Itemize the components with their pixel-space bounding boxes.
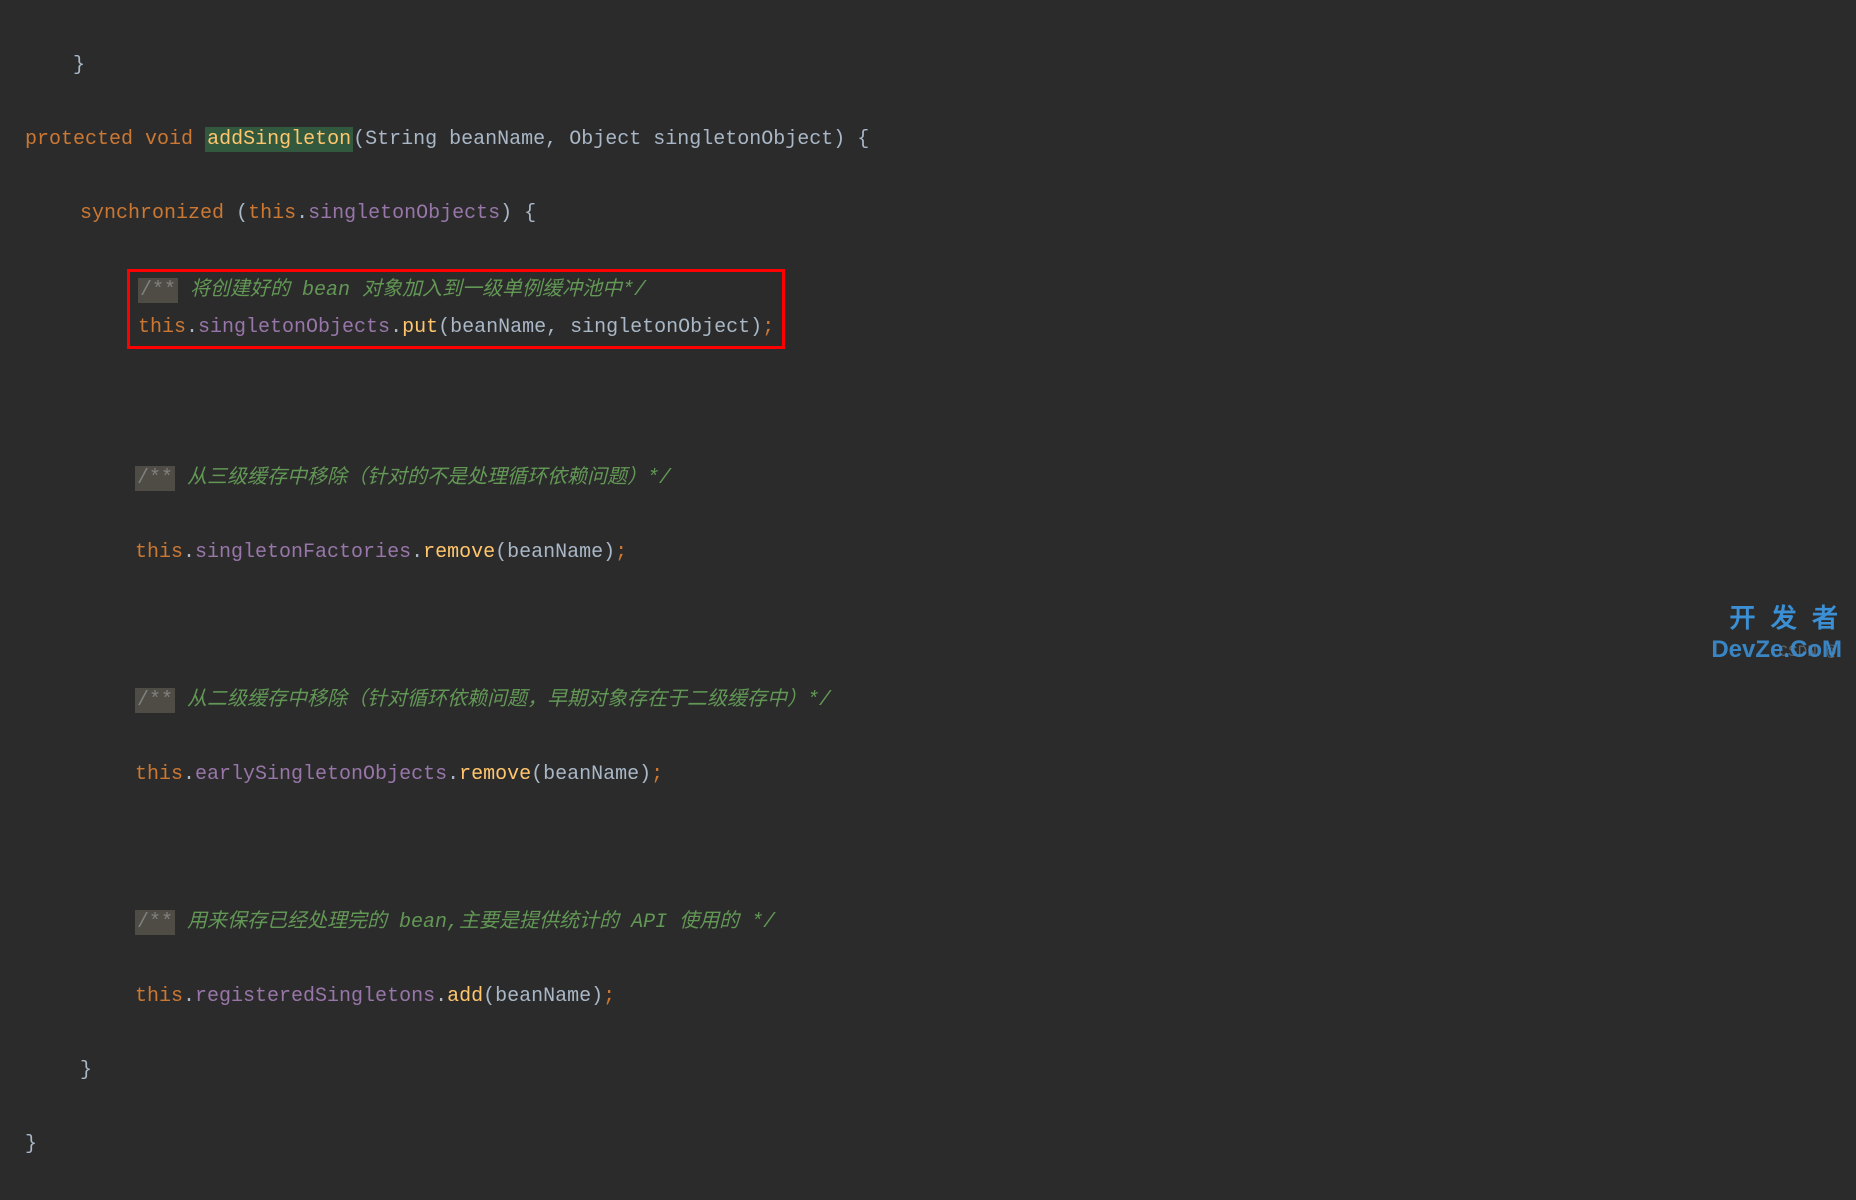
comment: 用来保存已经处理完的 bean,主要是提供统计的 API 使用的 */ (175, 911, 775, 934)
code-line: /** 从三级缓存中移除（针对的不是处理循环依赖问题）*/ (25, 460, 1856, 497)
param-type: String (365, 128, 437, 151)
keyword-protected: protected (25, 128, 133, 151)
keyword-this: this (135, 541, 183, 564)
method-call: remove (459, 763, 531, 786)
code-line: this.earlySingletonObjects.remove(beanNa… (25, 756, 1856, 793)
code-line: } (25, 1052, 1856, 1089)
param-name: beanName (449, 128, 545, 151)
comment: 将创建好的 bean 对象加入到一级单例缓冲池中*/ (178, 279, 646, 302)
highlight-box: /** 将创建好的 bean 对象加入到一级单例缓冲池中*/ this.sing… (127, 269, 785, 349)
comment: 从三级缓存中移除（针对的不是处理循环依赖问题）*/ (175, 467, 671, 490)
method-name: addSingleton (205, 127, 353, 152)
code-line: } (25, 47, 1856, 84)
param-type: Object (569, 128, 641, 151)
keyword-this: this (138, 316, 186, 339)
javadoc-marker: /** (138, 278, 178, 303)
param-name: singletonObject (653, 128, 833, 151)
keyword-this: this (135, 985, 183, 1008)
blank-line (25, 386, 1856, 423)
keyword-this: this (248, 202, 296, 225)
method-call: put (402, 316, 438, 339)
field-ref: singletonFactories (195, 541, 411, 564)
method-call: remove (423, 541, 495, 564)
javadoc-marker: /** (135, 910, 175, 935)
code-editor[interactable]: } protected void addSingleton(String bea… (0, 0, 1856, 1200)
watermark-brand: DevZe.CoM (1711, 628, 1842, 672)
keyword-this: this (135, 763, 183, 786)
brace-close: } (73, 54, 85, 77)
code-line: } (25, 1126, 1856, 1163)
field-ref: registeredSingletons (195, 985, 435, 1008)
code-line: protected void addSingleton(String beanN… (25, 121, 1856, 158)
code-line: /** 将创建好的 bean 对象加入到一级单例缓冲池中*/ this.sing… (25, 269, 1856, 349)
keyword-synchronized: synchronized (80, 202, 224, 225)
code-line: this.singletonFactories.remove(beanName)… (25, 534, 1856, 571)
comment: 从二级缓存中移除（针对循环依赖问题，早期对象存在于二级缓存中）*/ (175, 689, 831, 712)
javadoc-marker: /** (135, 466, 175, 491)
blank-line (25, 830, 1856, 867)
blank-line (25, 608, 1856, 645)
method-call: add (447, 985, 483, 1008)
field-ref: singletonObjects (308, 202, 500, 225)
field-ref: earlySingletonObjects (195, 763, 447, 786)
code-line: synchronized (this.singletonObjects) { (25, 195, 1856, 232)
code-line: /** 用来保存已经处理完的 bean,主要是提供统计的 API 使用的 */ (25, 904, 1856, 941)
code-line: this.registeredSingletons.add(beanName); (25, 978, 1856, 1015)
keyword-void: void (145, 128, 193, 151)
field-ref: singletonObjects (198, 316, 390, 339)
javadoc-marker: /** (135, 688, 175, 713)
code-line: /** 从二级缓存中移除（针对循环依赖问题，早期对象存在于二级缓存中）*/ (25, 682, 1856, 719)
